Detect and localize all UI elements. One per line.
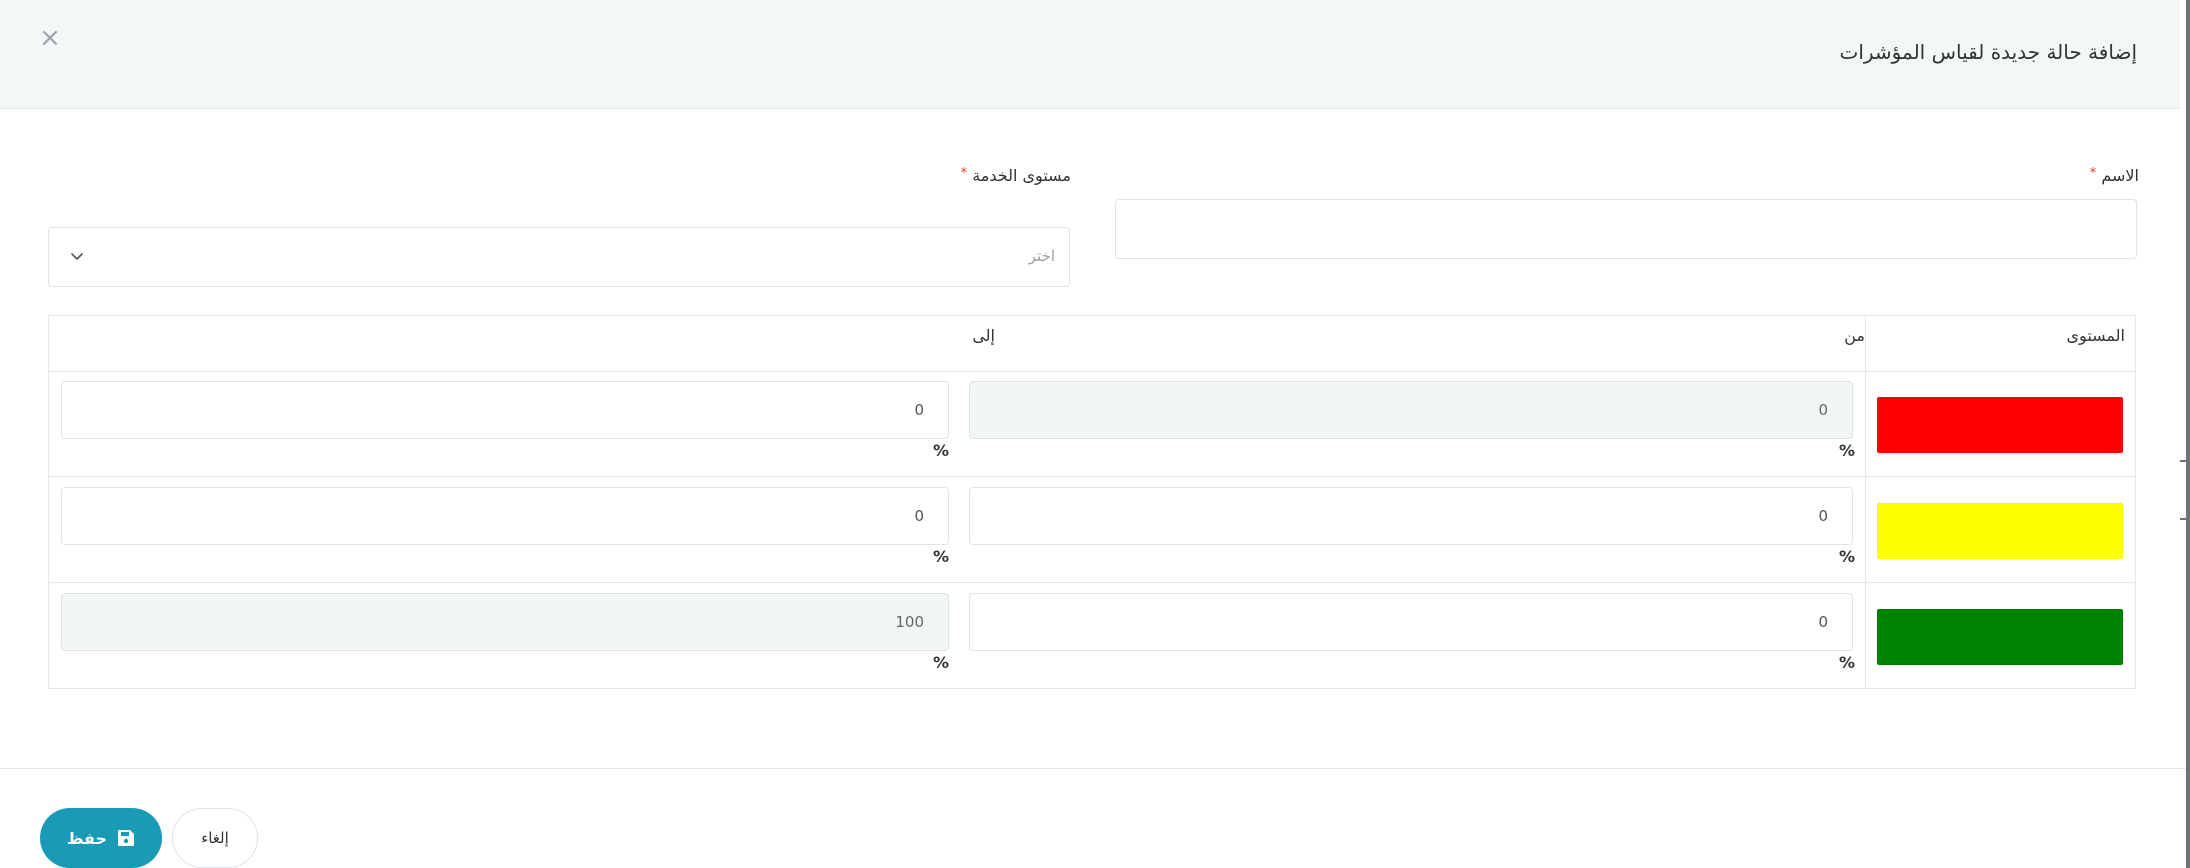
name-input[interactable] <box>1115 199 2137 259</box>
modal-header: × إضافة حالة جديدة لقياس المؤشرات <box>0 0 2180 109</box>
cancel-button[interactable]: إلغاء <box>172 808 258 868</box>
footer-divider <box>0 768 2186 769</box>
level-color-yellow[interactable] <box>1877 503 2123 559</box>
save-button-content: حفظ <box>40 808 162 868</box>
percent-icon: % <box>933 441 950 460</box>
from-input[interactable] <box>969 487 1853 545</box>
percent-icon: % <box>933 547 950 566</box>
modal-dialog: × إضافة حالة جديدة لقياس المؤشرات الاسم … <box>0 0 2190 868</box>
row-divider <box>49 476 2135 477</box>
window-edge-tick <box>2180 460 2190 462</box>
service-level-select[interactable]: اختر <box>48 227 1070 287</box>
save-button-label: حفظ <box>66 828 108 848</box>
required-mark: * <box>2089 166 2097 181</box>
to-input[interactable] <box>61 381 949 439</box>
table-header-divider <box>49 371 2135 372</box>
service-level-label: مستوى الخدمة * <box>961 166 1071 185</box>
column-divider <box>1865 316 1866 688</box>
chevron-down-icon <box>71 253 83 260</box>
header-level: المستوى <box>2066 326 2125 345</box>
modal-title: إضافة حالة جديدة لقياس المؤشرات <box>1839 40 2138 64</box>
header-from: من <box>1844 326 1865 345</box>
name-label: الاسم * <box>2090 166 2139 185</box>
floppy-disk-icon <box>118 830 135 846</box>
to-input[interactable] <box>61 487 949 545</box>
from-input[interactable] <box>969 593 1853 651</box>
save-button[interactable]: حفظ <box>40 808 162 868</box>
required-mark: * <box>960 166 968 181</box>
header-to: إلى <box>972 326 995 345</box>
level-color-red[interactable] <box>1877 397 2123 453</box>
percent-icon: % <box>1839 441 1856 460</box>
to-input[interactable] <box>61 593 949 651</box>
window-edge <box>2186 0 2190 868</box>
select-placeholder: اختر <box>1028 247 1055 265</box>
percent-icon: % <box>1839 547 1856 566</box>
service-level-label-text: مستوى الخدمة <box>972 166 1071 185</box>
percent-icon: % <box>1839 653 1856 672</box>
level-color-green[interactable] <box>1877 609 2123 665</box>
close-icon[interactable]: × <box>36 24 64 52</box>
levels-table: المستوى من إلى % % % % % % <box>48 315 2136 689</box>
row-divider <box>49 582 2135 583</box>
percent-icon: % <box>933 653 950 672</box>
window-edge-tick <box>2180 518 2190 520</box>
from-input[interactable] <box>969 381 1853 439</box>
name-label-text: الاسم <box>2101 166 2139 185</box>
